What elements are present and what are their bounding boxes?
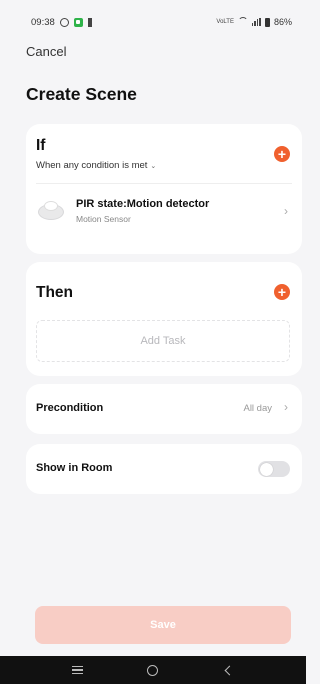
chevron-right-icon: › — [284, 204, 288, 218]
precondition-value: All day — [243, 403, 272, 414]
then-card: Then + Add Task — [26, 262, 302, 376]
chevron-right-icon: › — [284, 400, 288, 414]
save-button[interactable]: Save — [35, 606, 291, 644]
whatsapp-icon — [59, 17, 69, 27]
precondition-label: Precondition — [36, 402, 104, 414]
home-circle-icon — [147, 664, 159, 676]
signal-icon — [251, 18, 261, 26]
condition-title: PIR state:Motion detector — [76, 198, 210, 210]
home-button[interactable] — [138, 656, 168, 684]
condition-mode-label: When any condition is met — [36, 160, 148, 171]
recent-apps-button[interactable] — [63, 656, 93, 684]
battery-percent: 86% — [273, 17, 292, 27]
divider — [36, 183, 292, 184]
show-in-room-label: Show in Room — [36, 462, 113, 474]
back-button[interactable] — [213, 656, 243, 684]
page-title: Create Scene — [26, 84, 137, 104]
battery-icon — [264, 17, 270, 27]
condition-subtitle: Motion Sensor — [76, 214, 131, 224]
sim-icon — [87, 17, 92, 27]
motion-sensor-icon — [38, 200, 64, 222]
add-condition-button[interactable]: + — [274, 146, 290, 162]
add-action-button[interactable]: + — [274, 284, 290, 300]
cancel-button[interactable]: Cancel — [26, 44, 66, 59]
chevron-down-icon: ⌄ — [150, 162, 157, 170]
network-label: VoLTE — [216, 19, 234, 25]
show-in-room-toggle[interactable] — [258, 461, 290, 477]
menu-icon — [72, 665, 84, 675]
if-card: If When any condition is met ⌄ + PIR sta… — [26, 124, 302, 254]
wifi-icon — [237, 17, 248, 27]
condition-item[interactable]: PIR state:Motion detector Motion Sensor … — [26, 186, 302, 248]
toggle-knob — [259, 462, 273, 476]
plus-icon: + — [277, 146, 287, 162]
status-bar: 09:38 VoLTE 86% — [0, 0, 306, 44]
navigation-bar — [0, 656, 306, 684]
condition-mode-dropdown[interactable]: When any condition is met ⌄ — [36, 160, 156, 171]
precondition-row[interactable]: Precondition All day › — [26, 384, 302, 434]
add-task-label: Add Task — [140, 335, 186, 347]
add-task-button[interactable]: Add Task — [36, 320, 290, 362]
app-notification-icon — [73, 17, 83, 27]
plus-icon: + — [277, 284, 287, 300]
status-left: 09:38 — [31, 17, 92, 28]
if-title: If — [36, 137, 46, 154]
back-chevron-icon — [224, 665, 235, 675]
show-in-room-row: Show in Room — [26, 444, 302, 494]
status-right: VoLTE 86% — [216, 17, 292, 27]
then-title: Then — [36, 284, 74, 301]
status-time: 09:38 — [31, 16, 55, 28]
